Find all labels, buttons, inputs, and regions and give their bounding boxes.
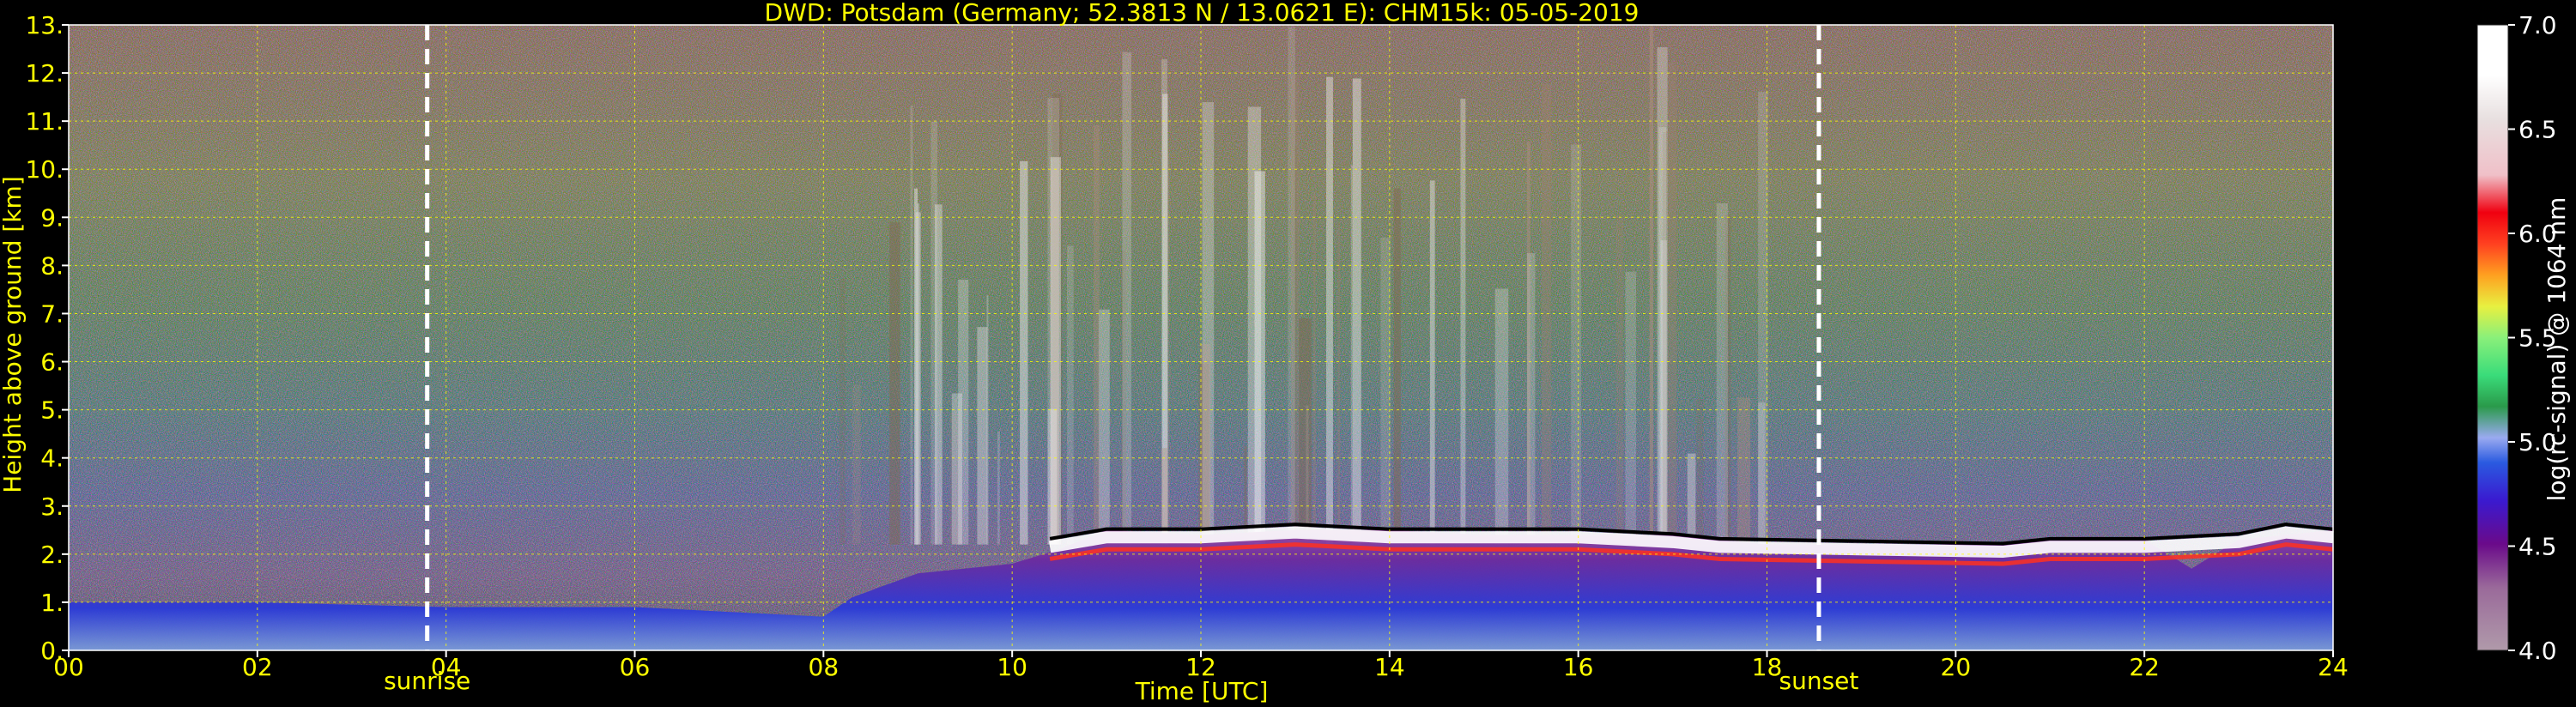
streak bbox=[1380, 237, 1391, 545]
streak bbox=[1393, 188, 1401, 545]
streak bbox=[1067, 245, 1074, 545]
streak bbox=[1020, 160, 1028, 545]
streak bbox=[1615, 215, 1623, 545]
streak bbox=[1299, 318, 1312, 545]
x-tick-label: 06 bbox=[620, 653, 651, 681]
streak bbox=[889, 222, 900, 545]
streak bbox=[1429, 180, 1435, 545]
streak bbox=[1047, 408, 1058, 545]
y-tick-label: 11. bbox=[25, 107, 64, 136]
x-tick-label: 04 bbox=[431, 653, 462, 681]
streak bbox=[1337, 225, 1341, 545]
y-tick-label: 13. bbox=[25, 11, 64, 39]
streak bbox=[1254, 171, 1265, 545]
x-tick-label: 22 bbox=[2129, 653, 2160, 681]
streak bbox=[1571, 144, 1582, 545]
streak bbox=[986, 294, 989, 545]
streak bbox=[1696, 399, 1704, 545]
streak bbox=[1716, 202, 1728, 545]
streak bbox=[1352, 78, 1361, 545]
streak bbox=[1288, 26, 1295, 545]
y-tick-label: 4. bbox=[40, 444, 64, 473]
y-axis-label: Height above ground [km] bbox=[0, 176, 27, 493]
streak bbox=[1687, 453, 1696, 545]
y-tick-label: 10. bbox=[25, 155, 64, 184]
streak bbox=[1460, 98, 1466, 545]
streak bbox=[1527, 253, 1536, 545]
colorbar-tick-label: 4.0 bbox=[2518, 637, 2557, 665]
streak bbox=[1202, 102, 1215, 545]
streak bbox=[930, 121, 938, 545]
streak bbox=[977, 327, 988, 545]
y-tick-label: 9. bbox=[40, 203, 64, 232]
y-tick-label: 12. bbox=[25, 59, 64, 88]
colorbar: 4.04.55.05.56.06.57.0 log(rc-signal) @ 1… bbox=[2476, 11, 2571, 665]
colorbar-gradient bbox=[2476, 24, 2509, 651]
x-tick-label: 24 bbox=[2318, 653, 2349, 681]
x-tick-label: 16 bbox=[1563, 653, 1594, 681]
streak bbox=[1098, 309, 1110, 545]
x-tick-label: 02 bbox=[242, 653, 273, 681]
x-tick-label: 18 bbox=[1752, 653, 1783, 681]
streak bbox=[1668, 61, 1677, 545]
x-tick-label: 10 bbox=[997, 653, 1027, 681]
colorbar-tick-label: 6.5 bbox=[2518, 116, 2557, 144]
streak bbox=[997, 431, 1000, 545]
y-tick-label: 0. bbox=[40, 637, 64, 665]
y-tick-label: 3. bbox=[40, 492, 64, 521]
x-tick-label: 20 bbox=[1941, 653, 1972, 681]
sun-marker-label: sunset bbox=[1779, 667, 1859, 695]
streak bbox=[852, 384, 861, 545]
streak bbox=[1625, 271, 1636, 545]
streak bbox=[1737, 397, 1751, 545]
x-tick-label: 08 bbox=[809, 653, 839, 681]
chart-title: DWD: Potsdam (Germany; 52.3813 N / 13.06… bbox=[765, 0, 1640, 27]
y-axis-ticks: 0. 1. 2. 3. 4. 5. 6. 7. 8. 9. 10. 11. 12. 13. bbox=[25, 11, 69, 665]
colorbar-label: log(rc-signal) @ 1064 nm bbox=[2543, 197, 2571, 502]
streak bbox=[839, 278, 846, 545]
streak bbox=[910, 106, 913, 545]
streak bbox=[1662, 132, 1669, 545]
x-tick-label: 14 bbox=[1374, 653, 1405, 681]
y-tick-label: 7. bbox=[40, 299, 64, 328]
streak bbox=[1649, 26, 1654, 545]
y-tick-label: 6. bbox=[40, 348, 64, 377]
streak bbox=[1122, 51, 1132, 545]
streak bbox=[915, 212, 921, 545]
y-tick-label: 8. bbox=[40, 251, 64, 280]
streak bbox=[1542, 83, 1552, 545]
streak bbox=[1313, 193, 1316, 545]
y-tick-label: 1. bbox=[40, 589, 64, 617]
y-tick-label: 5. bbox=[40, 396, 64, 425]
x-axis-label: Time [UTC] bbox=[1135, 677, 1269, 705]
streak bbox=[1758, 91, 1768, 545]
ceilometer-chart: sunrise sunset 00 02 04 06 08 10 12 14 16 18 20 22 24… bbox=[0, 0, 2571, 705]
colorbar-tick-label: 7.0 bbox=[2518, 11, 2557, 39]
y-tick-label: 2. bbox=[40, 541, 64, 569]
streak bbox=[958, 279, 969, 545]
streak bbox=[1350, 165, 1354, 545]
streak bbox=[1093, 124, 1100, 545]
streak bbox=[1326, 76, 1333, 545]
colorbar-tick-label: 4.5 bbox=[2518, 533, 2557, 561]
